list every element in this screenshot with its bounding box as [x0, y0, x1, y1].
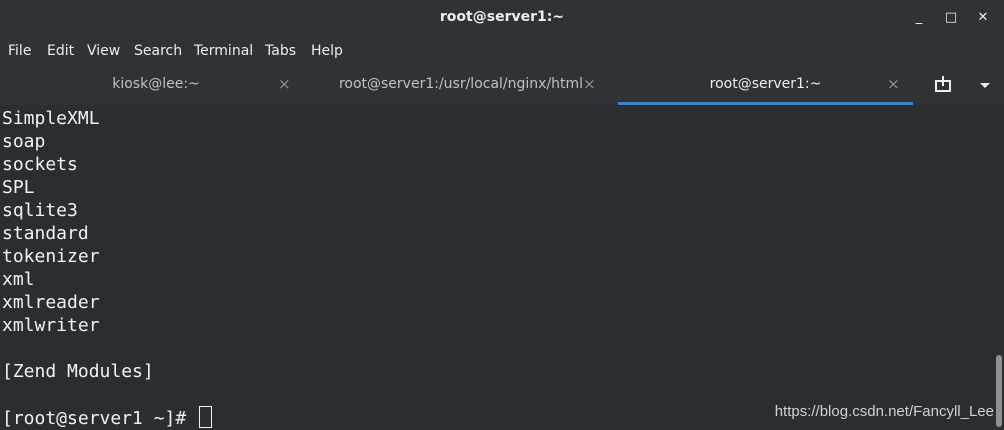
- chevron-down-icon[interactable]: [975, 75, 995, 95]
- menu-terminal[interactable]: Terminal: [194, 43, 253, 59]
- tabbar: kiosk@lee:~ × root@server1:/usr/local/ng…: [0, 65, 1004, 105]
- new-tab-icon[interactable]: [934, 75, 954, 95]
- terminal-line: standard: [2, 223, 89, 244]
- menu-view[interactable]: View: [87, 43, 120, 59]
- scrollbar-thumb[interactable]: [996, 355, 1002, 427]
- maximize-icon[interactable]: □: [941, 9, 961, 27]
- window-titlebar: root@server1:~ _ □ ✕: [0, 0, 1004, 37]
- terminal-line: xmlreader: [2, 292, 100, 313]
- minimize-icon[interactable]: _: [909, 9, 929, 27]
- close-icon[interactable]: ×: [583, 75, 596, 93]
- terminal-line: soap: [2, 131, 46, 152]
- scrollbar[interactable]: [994, 105, 1004, 430]
- prompt-line: [root@server1 ~]#: [2, 406, 213, 429]
- terminal-cursor: [199, 406, 213, 428]
- terminal-line: xmlwriter: [2, 315, 100, 336]
- watermark-text: https://blog.csdn.net/Fancyll_Lee: [774, 403, 994, 420]
- terminal-line: SPL: [2, 177, 35, 198]
- tab-label: root@server1:/usr/local/nginx/html: [338, 76, 584, 92]
- menu-tabs[interactable]: Tabs: [265, 43, 296, 59]
- shell-prompt: [root@server1 ~]#: [2, 408, 198, 429]
- tab-label: root@server1:~: [709, 76, 822, 92]
- tab-nginx-html[interactable]: root@server1:/usr/local/nginx/html ×: [305, 65, 617, 105]
- terminal-line: xml: [2, 269, 35, 290]
- terminal-line: sqlite3: [2, 200, 78, 221]
- terminal-line: sockets: [2, 154, 78, 175]
- close-icon[interactable]: ×: [887, 75, 900, 93]
- terminal-line: [Zend Modules]: [2, 361, 154, 382]
- close-icon[interactable]: ×: [278, 75, 291, 93]
- terminal-line: tokenizer: [2, 246, 100, 267]
- menu-edit[interactable]: Edit: [47, 43, 74, 59]
- menubar: File Edit View Search Terminal Tabs Help: [0, 37, 1004, 65]
- tab-label: kiosk@lee:~: [112, 76, 200, 92]
- menu-file[interactable]: File: [8, 43, 31, 59]
- terminal-output[interactable]: SimpleXML soap sockets SPL sqlite3 stand…: [0, 105, 994, 430]
- tab-kiosk[interactable]: kiosk@lee:~ ×: [0, 65, 305, 105]
- tab-root-home[interactable]: root@server1:~ ×: [618, 65, 913, 105]
- menu-search[interactable]: Search: [134, 43, 182, 59]
- close-icon[interactable]: ✕: [973, 9, 993, 27]
- menu-help[interactable]: Help: [311, 43, 343, 59]
- window-title: root@server1:~: [439, 9, 565, 25]
- terminal-line: SimpleXML: [2, 108, 100, 129]
